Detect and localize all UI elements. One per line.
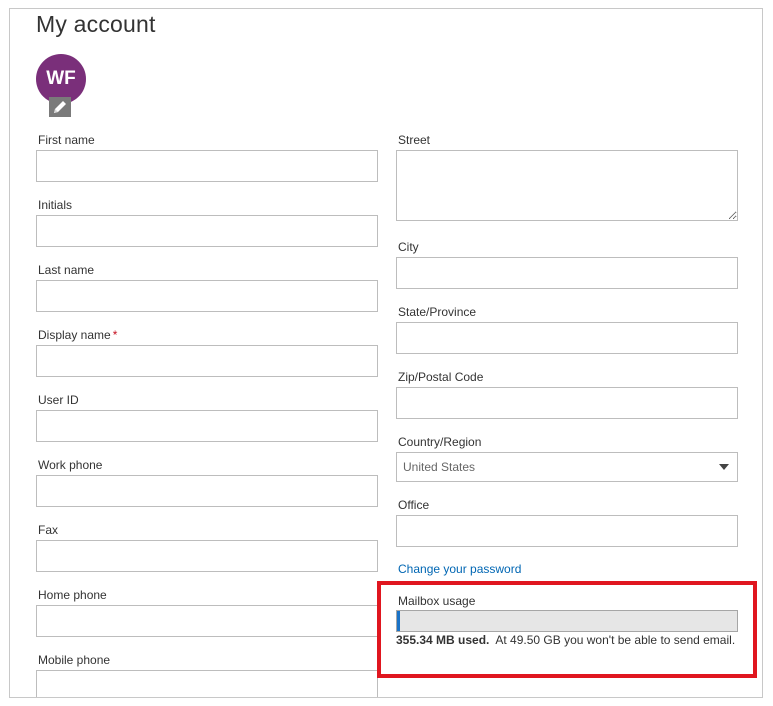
last-name-label: Last name (38, 263, 95, 277)
display-name-label: Display name * (38, 328, 117, 342)
change-password-link[interactable]: Change your password (398, 562, 521, 576)
mailbox-usage-fill (397, 611, 400, 631)
state-label: State/Province (398, 305, 477, 319)
mailbox-usage-label: Mailbox usage (398, 594, 476, 608)
fax-input[interactable] (36, 540, 378, 572)
initials-input[interactable] (36, 215, 378, 247)
country-select[interactable]: United States (396, 452, 738, 482)
country-selected-value: United States (403, 460, 476, 474)
mailbox-usage-bar (396, 610, 738, 632)
mailbox-usage-text: 355.34 MB used. At 49.50 GB you won't be … (396, 633, 735, 647)
office-label: Office (398, 498, 430, 512)
mailbox-limit-note: At 49.50 GB you won't be able to send em… (495, 633, 736, 647)
initials-label: Initials (38, 198, 73, 212)
street-input[interactable] (396, 150, 738, 221)
page-title: My account (36, 11, 156, 37)
work-phone-input[interactable] (36, 475, 378, 507)
country-label: Country/Region (398, 435, 482, 449)
street-label: Street (398, 133, 431, 147)
first-name-input[interactable] (36, 150, 378, 182)
work-phone-label: Work phone (38, 458, 103, 472)
fax-label: Fax (38, 523, 59, 537)
display-name-input[interactable] (36, 345, 378, 377)
city-label: City (398, 240, 419, 254)
zip-input[interactable] (396, 387, 738, 419)
required-marker: * (112, 328, 118, 342)
mobile-phone-label: Mobile phone (38, 653, 111, 667)
office-input[interactable] (396, 515, 738, 547)
user-id-input[interactable] (36, 410, 378, 442)
avatar-initials: WF (46, 68, 76, 89)
zip-label: Zip/Postal Code (398, 370, 484, 384)
first-name-label: First name (38, 133, 95, 147)
last-name-input[interactable] (36, 280, 378, 312)
edit-photo-button[interactable] (49, 97, 71, 117)
account-panel: My account WF First name Initials Last n… (9, 8, 763, 698)
pencil-icon (54, 101, 66, 113)
display-name-label-text: Display name (38, 328, 111, 342)
chevron-down-icon (719, 464, 729, 470)
state-input[interactable] (396, 322, 738, 354)
city-input[interactable] (396, 257, 738, 289)
mobile-phone-input[interactable] (36, 670, 378, 697)
home-phone-input[interactable] (36, 605, 378, 637)
mailbox-used-amount: 355.34 MB used. (396, 633, 490, 647)
home-phone-label: Home phone (38, 588, 107, 602)
user-id-label: User ID (38, 393, 79, 407)
